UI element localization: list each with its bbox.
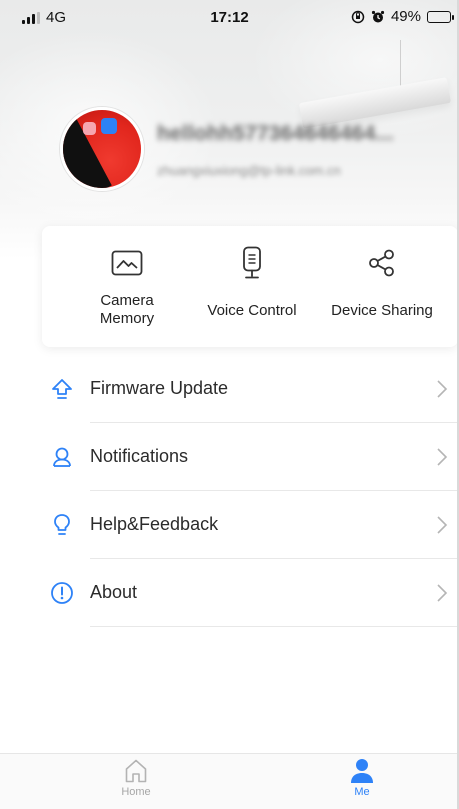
status-bar: 4G 17:12 49% (0, 0, 459, 34)
device-sharing-label: Device Sharing (331, 302, 433, 319)
menu-item-label: Firmware Update (90, 378, 229, 398)
tab-home[interactable]: Home (76, 758, 196, 798)
profile-username[interactable]: hellohh577364646464... (157, 122, 394, 146)
tab-me[interactable]: Me (302, 758, 422, 798)
profile-email: zhuangxiuxiong@tp-link.com.cn (157, 163, 341, 178)
firmware-upload-icon (50, 377, 74, 401)
me-screen: 4G 17:12 49% hellohh577364646464... zhua… (0, 0, 459, 809)
bell-icon (50, 445, 74, 469)
info-icon (50, 581, 74, 605)
home-icon (125, 759, 147, 783)
menu-item-about[interactable]: About (0, 559, 459, 627)
battery-icon (427, 10, 454, 23)
menu-item-help-feedback[interactable]: Help&Feedback (0, 491, 459, 559)
menu-item-label: Help&Feedback (90, 514, 219, 534)
avatar[interactable] (60, 107, 144, 191)
battery-percent: 49% (390, 8, 421, 25)
voice-control-button[interactable]: Voice Control (192, 226, 312, 347)
divider (90, 626, 459, 627)
menu-item-firmware-update[interactable]: Firmware Update (0, 355, 459, 423)
menu-item-label: Notifications (90, 446, 189, 466)
tab-home-label: Home (121, 786, 151, 798)
orientation-lock-icon (351, 10, 365, 23)
speaker-icon (240, 244, 264, 282)
chevron-right-icon (437, 380, 448, 398)
bottom-tab-bar: Home Me (0, 753, 459, 809)
menu-item-notifications[interactable]: Notifications (0, 423, 459, 491)
lightbulb-icon (50, 513, 74, 537)
chevron-right-icon (437, 584, 448, 602)
person-icon (351, 759, 373, 783)
chevron-right-icon (437, 448, 448, 466)
alarm-icon (371, 10, 385, 22)
menu-item-label: About (90, 582, 138, 602)
camera-memory-button[interactable]: Camera Memory (67, 226, 187, 347)
quick-actions-card: Camera Memory Voice Control Device Shari… (42, 226, 458, 347)
voice-control-label: Voice Control (207, 302, 297, 319)
tab-me-label: Me (354, 786, 370, 798)
gallery-icon (111, 244, 143, 282)
device-sharing-button[interactable]: Device Sharing (319, 226, 445, 347)
share-icon (367, 244, 397, 282)
camera-memory-label: Camera Memory (99, 292, 155, 327)
settings-menu: Firmware Update Notifications Help&Feedb… (0, 355, 459, 627)
chevron-right-icon (437, 516, 448, 534)
